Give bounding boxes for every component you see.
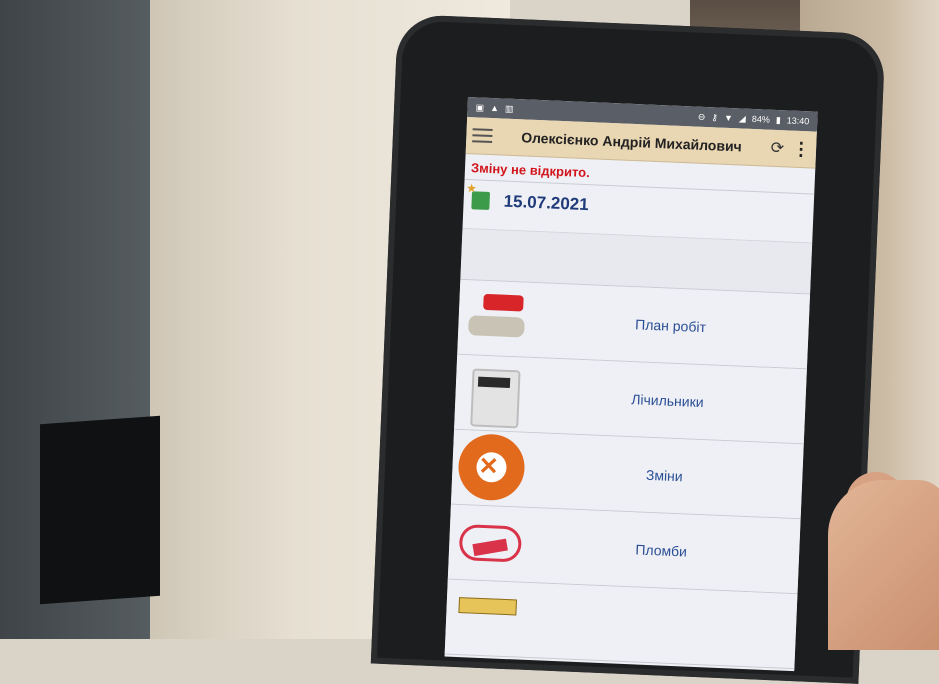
hand (828, 480, 939, 650)
menu-item-label: Зміни (645, 466, 684, 485)
menu-item-more[interactable] (444, 579, 798, 670)
battery-icon: ▮ (775, 114, 782, 125)
gas-meter-icon (458, 362, 530, 429)
signal-icon: ◢ (738, 112, 747, 124)
refresh-icon[interactable]: ⟳ (770, 138, 784, 159)
menu-icon[interactable] (472, 128, 493, 144)
wifi-icon: ▼ (723, 112, 734, 124)
menu-item-label: Пломби (635, 541, 688, 560)
battery-label: 84% (751, 113, 771, 125)
menu-item-shifts[interactable]: ✕ Зміни (450, 429, 804, 520)
gear-tools-icon: ✕ (455, 437, 527, 500)
menu-item-label: Лічильники (630, 391, 704, 411)
barcode-icon: ▥ (504, 103, 514, 114)
current-date: 15.07.2021 (503, 191, 590, 215)
books-icon (449, 587, 521, 650)
warning-icon: ▲ (489, 102, 500, 114)
clock: 13:40 (786, 115, 810, 127)
notification-icon: ▣ (475, 101, 485, 113)
tablet-screen: ▣ ▲ ▥ ⊖ ⚷ ▼ ◢ 84% ▮ 13:40 Олексієнко Анд… (444, 97, 818, 672)
more-options-icon[interactable]: ⋮ (792, 138, 811, 160)
menu-item-seals[interactable]: Пломби (447, 504, 801, 595)
menu-item-work-plan[interactable]: План робіт (457, 279, 811, 370)
seal-icon (452, 512, 524, 575)
menu-item-meters[interactable]: Лічильники (454, 354, 807, 445)
background-monitor (40, 415, 160, 605)
dnd-icon: ⊖ (697, 111, 706, 122)
vpn-key-icon: ⚷ (711, 111, 719, 122)
valve-icon (462, 287, 534, 350)
menu-item-label: План робіт (634, 316, 707, 336)
app-title: Олексієнко Андрій Михайлович (521, 129, 743, 155)
calendar-check-icon (471, 191, 491, 210)
